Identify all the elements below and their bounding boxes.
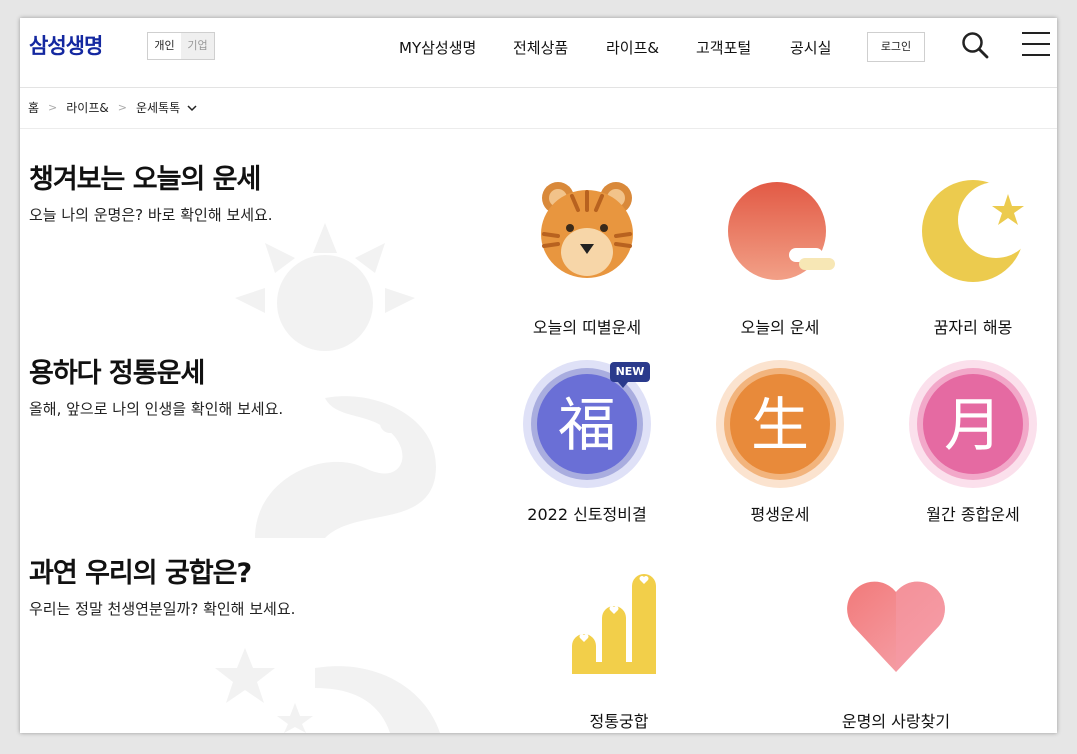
page-frame: 삼성생명 개인 기업 MY삼성생명 전체상품 라이프& 고객포털 공시실 로그인… <box>20 18 1057 733</box>
nav-disclosure[interactable]: 공시실 <box>790 37 831 58</box>
tiger-icon <box>541 182 633 278</box>
card-label: 오늘의 운세 <box>740 318 820 337</box>
heart-icon <box>847 581 945 672</box>
heart-bar-chart-icon <box>572 574 656 674</box>
card-dream-interpretation[interactable]: 꿈자리 해몽 <box>878 176 1057 338</box>
new-badge: NEW <box>610 362 650 388</box>
breadcrumb-separator-icon: > <box>117 101 127 114</box>
saeng-glyph: 生 <box>751 391 809 459</box>
card-zodiac-fortune[interactable]: 오늘의 띠별운세 <box>492 176 682 338</box>
sunset-icon <box>728 182 835 280</box>
segment-business[interactable]: 기업 <box>181 33 214 59</box>
nav-customer-portal[interactable]: 고객포털 <box>696 37 751 58</box>
chevron-down-icon[interactable] <box>187 103 197 113</box>
breadcrumb: 홈 > 라이프& > 운세톡톡 <box>28 99 197 116</box>
card-label: 오늘의 띠별운세 <box>532 318 642 337</box>
global-header: 삼성생명 개인 기업 MY삼성생명 전체상품 라이프& 고객포털 공시실 로그인 <box>20 18 1057 88</box>
wol-glyph: 月 <box>944 391 1002 459</box>
sun-watermark-icon <box>235 223 415 351</box>
card-tojeong-2022[interactable]: 福 2022 신토정비결 <box>492 359 682 525</box>
hamburger-menu-icon[interactable] <box>1022 32 1050 58</box>
login-button[interactable]: 로그인 <box>867 32 925 62</box>
nav-all-products[interactable]: 전체상품 <box>513 37 568 58</box>
shooting-star-watermark-icon <box>215 648 440 733</box>
segment-personal[interactable]: 개인 <box>148 33 181 59</box>
card-label: 운명의 사랑찾기 <box>841 712 951 731</box>
breadcrumb-current[interactable]: 운세톡톡 <box>136 99 180 116</box>
card-lifetime-fortune[interactable]: 生 평생운세 <box>685 359 875 525</box>
card-label: 평생운세 <box>750 505 810 524</box>
breadcrumb-divider <box>20 128 1057 129</box>
card-today-fortune[interactable]: 오늘의 운세 <box>685 176 875 338</box>
breadcrumb-home[interactable]: 홈 <box>28 99 39 116</box>
nav-life[interactable]: 라이프& <box>606 37 659 58</box>
card-traditional-compatibility[interactable]: 정통궁합 <box>524 572 714 732</box>
customer-type-toggle: 개인 기업 <box>147 32 215 60</box>
section-title-traditional-fortune: 용하다 정통운세 <box>29 358 205 389</box>
section-subtitle-compatibility: 우리는 정말 천생연분일까? 확인해 보세요. <box>29 600 296 618</box>
card-label: 꿈자리 해몽 <box>933 318 1013 337</box>
card-label: 2022 신토정비결 <box>527 505 647 524</box>
card-label: 정통궁합 <box>589 712 649 731</box>
breadcrumb-separator-icon: > <box>48 101 58 114</box>
search-icon[interactable] <box>960 30 990 60</box>
wol-character-icon: 月 <box>909 360 1037 488</box>
section-title-today-fortune: 챙겨보는 오늘의 운세 <box>29 164 261 195</box>
samsung-life-logo[interactable]: 삼성생명 <box>29 30 103 60</box>
section-title-compatibility: 과연 우리의 궁합은? <box>29 558 252 589</box>
section-subtitle-today-fortune: 오늘 나의 운명은? 바로 확인해 보세요. <box>29 206 273 224</box>
section-subtitle-traditional-fortune: 올해, 앞으로 나의 인생을 확인해 보세요. <box>29 400 284 418</box>
saeng-character-icon: 生 <box>716 360 844 488</box>
nav-my-samsung-life[interactable]: MY삼성생명 <box>399 37 476 58</box>
breadcrumb-life[interactable]: 라이프& <box>66 99 108 116</box>
card-monthly-fortune[interactable]: 月 월간 종합운세 <box>878 359 1057 525</box>
card-label: 월간 종합운세 <box>926 505 1020 524</box>
card-destiny-love[interactable]: 운명의 사랑찾기 <box>801 572 991 732</box>
bok-glyph: 福 <box>558 391 616 459</box>
crescent-moon-star-icon <box>922 180 1024 282</box>
